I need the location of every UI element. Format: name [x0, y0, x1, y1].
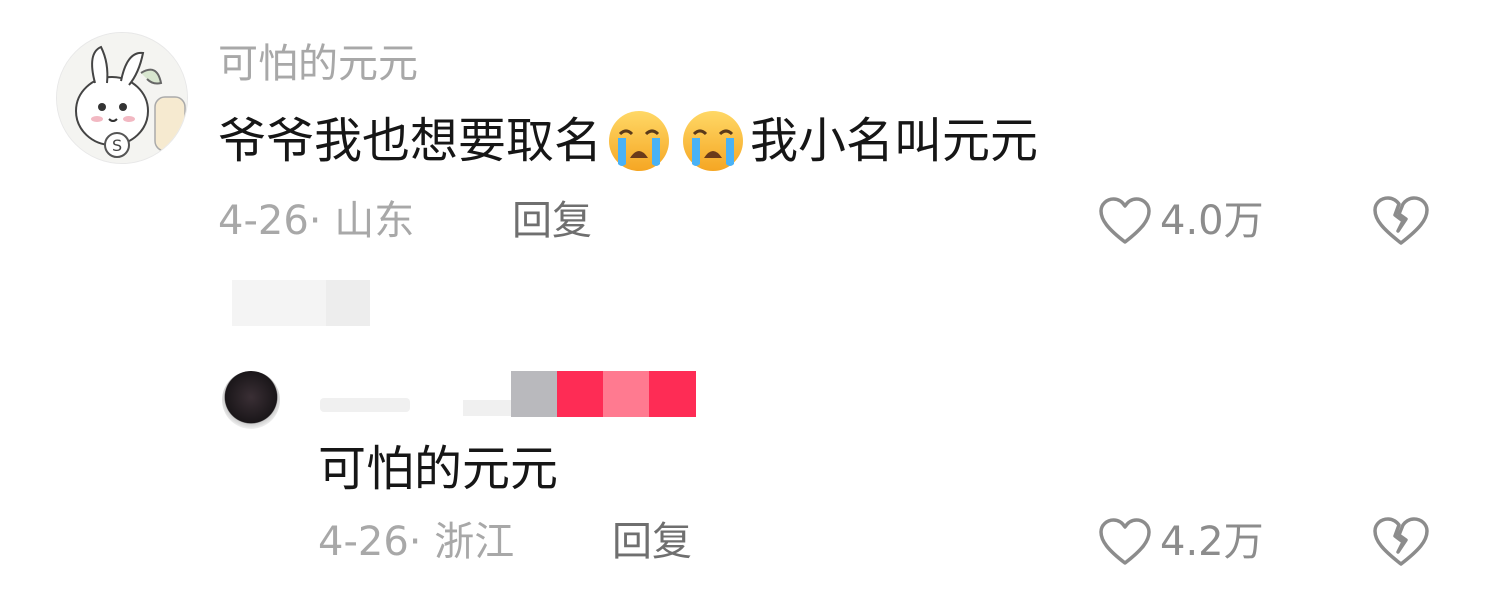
broken-heart-icon: [1373, 196, 1429, 245]
redacted-block: [232, 280, 370, 326]
comment-text-part: 爷爷我也想要取名: [218, 113, 603, 169]
crying-face-icon: [609, 111, 670, 171]
bunny-avatar-icon: S: [57, 33, 187, 163]
like-count: 4.2万: [1160, 519, 1264, 565]
redacted-username: [320, 398, 410, 412]
avatar[interactable]: S: [56, 32, 188, 164]
dislike-button[interactable]: [1372, 195, 1430, 251]
reply-text: 可怕的元元: [318, 441, 559, 497]
reply-button[interactable]: 回复: [612, 514, 692, 570]
svg-text:S: S: [112, 136, 122, 155]
like-count: 4.0万: [1160, 198, 1264, 244]
reply-button[interactable]: 回复: [512, 193, 592, 249]
reply-date-location: 4-26· 浙江: [318, 519, 515, 565]
comment-date-location: 4-26· 山东: [218, 198, 415, 244]
comment-text: 爷爷我也想要取名 我小名叫元元: [218, 108, 1038, 174]
broken-heart-icon: [1373, 517, 1429, 566]
like-button[interactable]: 4.2万: [1098, 514, 1264, 570]
heart-icon: [1099, 518, 1151, 565]
redacted-pixel: [603, 371, 649, 417]
reply-avatar[interactable]: [222, 371, 280, 429]
redacted-username: [463, 400, 511, 416]
redacted-pixel: [511, 371, 557, 417]
like-button[interactable]: 4.0万: [1098, 193, 1264, 249]
crying-face-icon: [683, 111, 744, 171]
comment-text-part: 我小名叫元元: [750, 113, 1039, 169]
redacted-pixel: [649, 371, 696, 417]
redacted-pixel: [557, 371, 603, 417]
dislike-button[interactable]: [1372, 516, 1430, 572]
heart-icon: [1099, 197, 1151, 244]
comment-username[interactable]: 可怕的元元: [218, 36, 418, 92]
